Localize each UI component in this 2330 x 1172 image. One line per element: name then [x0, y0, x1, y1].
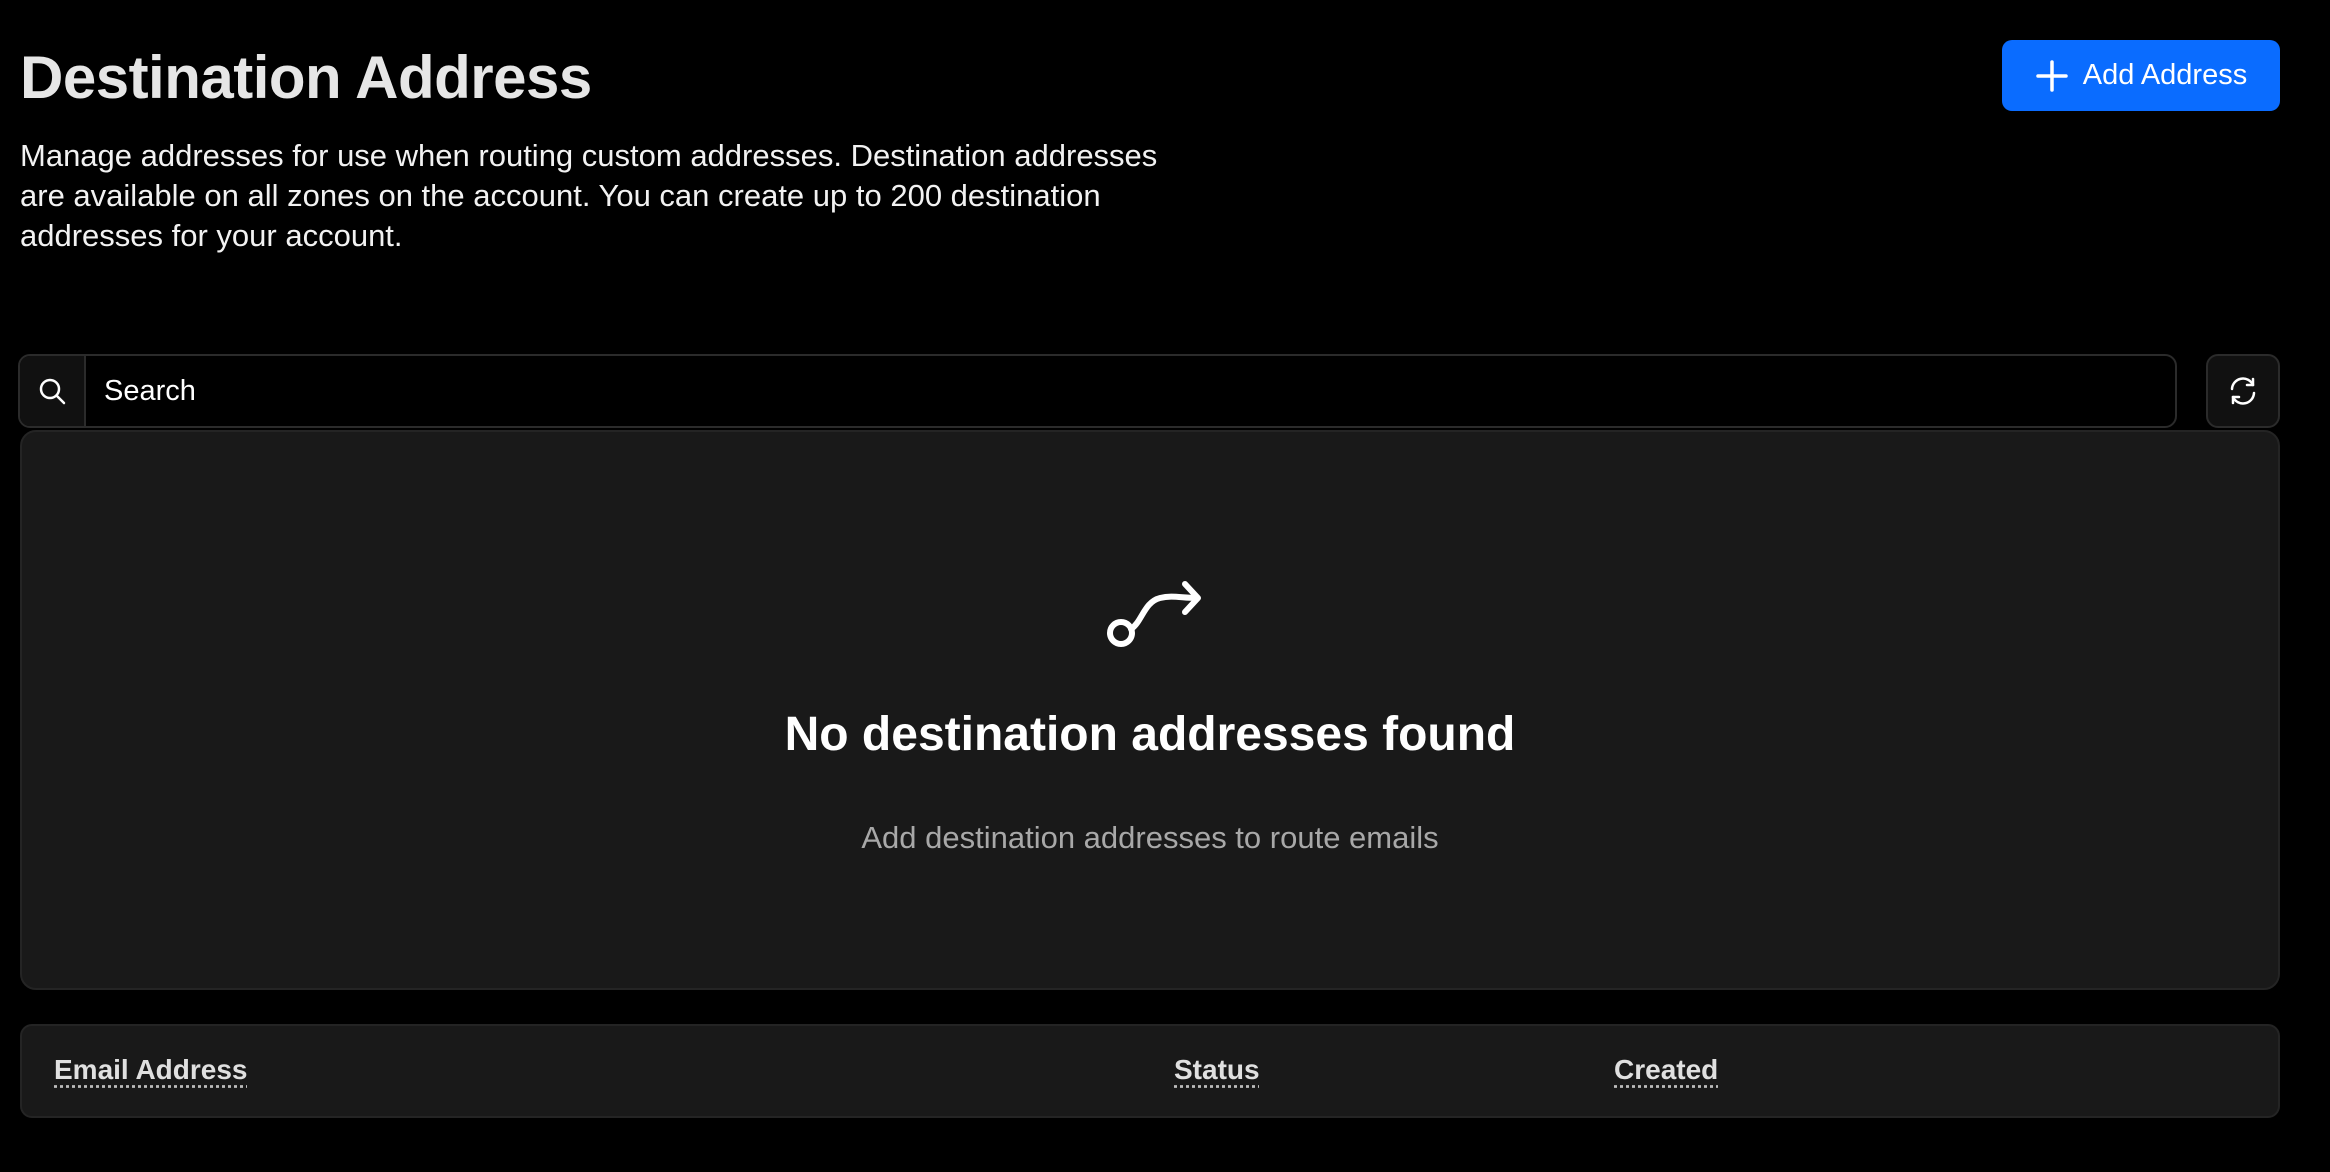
- add-address-label: Add Address: [2082, 59, 2248, 91]
- search-icon-container: [20, 356, 86, 426]
- empty-state-title: No destination addresses found: [784, 708, 1516, 761]
- plus-icon: [2036, 59, 2068, 92]
- empty-state-panel: No destination addresses found Add desti…: [20, 430, 2280, 990]
- column-header-status[interactable]: Status: [1174, 1054, 1260, 1086]
- page-description: Manage addresses for use when routing cu…: [20, 138, 1158, 253]
- refresh-icon: [2230, 377, 2256, 405]
- add-address-button[interactable]: Add Address: [2002, 40, 2280, 111]
- route-icon: [1107, 581, 1201, 647]
- search-input[interactable]: [86, 356, 2175, 426]
- column-header-created[interactable]: Created: [1614, 1054, 1718, 1086]
- search-bar: [18, 354, 2177, 428]
- search-icon: [39, 378, 66, 405]
- empty-state-subtitle: Add destination addresses to route email…: [861, 820, 1439, 855]
- page-header: Destination Address Manage addresses for…: [20, 30, 1200, 256]
- table-header: Email Address Status Created: [20, 1024, 2280, 1118]
- page: Destination Address Manage addresses for…: [0, 0, 2330, 1172]
- refresh-button[interactable]: [2206, 354, 2280, 428]
- column-header-email-address[interactable]: Email Address: [54, 1054, 247, 1086]
- page-title: Destination Address: [20, 44, 592, 111]
